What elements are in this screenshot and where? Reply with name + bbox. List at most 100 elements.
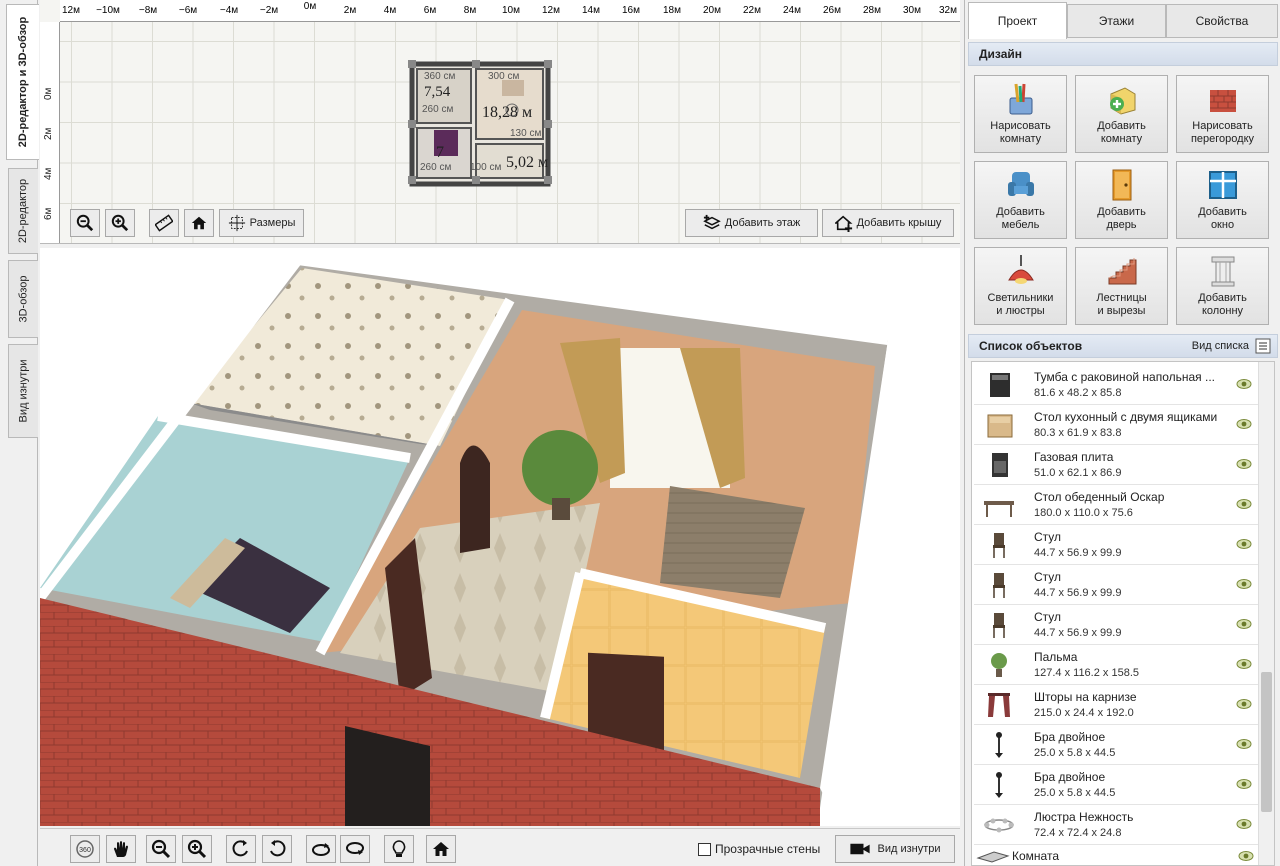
tab-properties[interactable]: Свойства — [1166, 4, 1278, 38]
room-size-label: 260 см — [422, 104, 454, 115]
tab-inside-view[interactable]: Вид изнутри — [8, 344, 38, 438]
transparent-walls-toggle[interactable]: Прозрачные стены — [698, 842, 820, 856]
visibility-eye-icon[interactable] — [1236, 458, 1252, 470]
list-view-toggle[interactable]: Вид списка — [1192, 338, 1271, 354]
draw-wall-button[interactable]: Нарисовать перегородку — [1176, 75, 1269, 153]
visibility-eye-icon[interactable] — [1236, 378, 1252, 390]
rotate-left-button[interactable] — [226, 835, 256, 863]
pan-button[interactable] — [106, 835, 136, 863]
zoom-in-button[interactable] — [105, 209, 135, 237]
object-name: Стул — [1034, 530, 1062, 544]
add-floor-button[interactable]: Добавить этаж — [685, 209, 818, 237]
visibility-eye-icon[interactable] — [1236, 538, 1252, 550]
list-item[interactable]: Тумба с раковиной напольная ... 81.6 x 4… — [974, 365, 1258, 405]
list-item[interactable]: Стол обеденный Оскар 180.0 x 110.0 x 75.… — [974, 485, 1258, 525]
tab-label: Этажи — [1098, 14, 1135, 28]
tab-project[interactable]: Проект — [968, 2, 1067, 39]
bottom-toolbar: 360 Прозрачные стены Вид изнутри — [40, 828, 960, 866]
chair-thumbnail — [993, 533, 1005, 558]
transparent-walls-label: Прозрачные стены — [715, 842, 821, 856]
scrollbar-thumb[interactable] — [1261, 672, 1272, 812]
dimensions-button[interactable]: Размеры — [219, 209, 304, 237]
rotate-360-icon: 360 — [76, 840, 94, 858]
object-list-scrollbar[interactable] — [1258, 362, 1274, 865]
inside-view-button[interactable]: Вид изнутри — [835, 835, 955, 863]
visibility-eye-icon[interactable] — [1236, 418, 1252, 430]
tab-2d-and-3d[interactable]: 2D-редактор и 3D-обзор — [6, 4, 39, 160]
chandelier-thumbnail — [984, 818, 1014, 833]
visibility-eye-icon[interactable] — [1236, 698, 1252, 710]
visibility-eye-icon[interactable] — [1236, 498, 1252, 510]
visibility-eye-icon[interactable] — [1236, 778, 1252, 790]
list-item[interactable]: Стул 44.7 x 56.9 x 99.9 — [974, 605, 1258, 645]
measure-button[interactable] — [149, 209, 179, 237]
room-area-label: 7,54 — [424, 84, 451, 100]
lamps-button[interactable]: Светильники и люстры — [974, 247, 1067, 325]
ruler-label: 22м — [743, 5, 761, 16]
add-roof-button[interactable]: Добавить крышу — [822, 209, 954, 237]
plan-2d-editor[interactable]: 12м −10м −8м −6м −4м −2м 0м 2м 4м 6м 8м … — [40, 0, 960, 244]
add-furniture-button[interactable]: Добавить мебель — [974, 161, 1067, 239]
lighting-button[interactable] — [384, 835, 414, 863]
svg-text:360: 360 — [79, 847, 91, 854]
rotate-360-button[interactable]: 360 — [70, 835, 100, 863]
visibility-eye-icon[interactable] — [1238, 850, 1254, 862]
object-name: Стол обеденный Оскар — [1034, 490, 1165, 504]
column-icon — [1211, 256, 1234, 287]
add-floor-label: Добавить этаж — [724, 217, 801, 229]
ruler-left: 0м 2м 4м 6м 8м — [40, 22, 60, 243]
list-item[interactable]: Бра двойное 25.0 x 5.8 x 44.5 — [974, 765, 1258, 805]
object-dimensions: 44.7 x 56.9 x 99.9 — [1034, 627, 1122, 639]
ruler-label: 12м — [62, 5, 80, 16]
list-item[interactable]: Люстра Нежность 72.4 x 72.4 x 24.8 — [974, 805, 1258, 845]
draw-room-button[interactable]: Нарисовать комнату — [974, 75, 1067, 153]
list-item[interactable]: Комната — [972, 845, 1260, 865]
rotate-right-icon — [270, 840, 286, 857]
door-icon — [1112, 169, 1131, 201]
object-list[interactable]: Тумба с раковиной напольная ... 81.6 x 4… — [971, 361, 1275, 866]
tilt-up-button[interactable] — [306, 835, 336, 863]
tilt-down-button[interactable] — [340, 835, 370, 863]
stairs-button[interactable]: Лестницы и вырезы — [1075, 247, 1168, 325]
add-door-button[interactable]: Добавить дверь — [1075, 161, 1168, 239]
rotate-right-button[interactable] — [262, 835, 292, 863]
add-floor-icon — [702, 214, 721, 230]
list-item[interactable]: Пальма 127.4 x 116.2 x 158.5 — [974, 645, 1258, 685]
tab-2d-editor[interactable]: 2D-редактор — [8, 168, 38, 254]
visibility-eye-icon[interactable] — [1236, 618, 1252, 630]
list-item[interactable]: Стол кухонный с двумя ящиками 80.3 x 61.… — [974, 405, 1258, 445]
tab-label: Проект — [997, 14, 1038, 28]
add-window-label: Добавить окно — [1198, 206, 1247, 231]
visibility-eye-icon[interactable] — [1236, 578, 1252, 590]
zoom-out-3d-button[interactable] — [146, 835, 176, 863]
objects-header: Список объектов Вид списка — [968, 334, 1278, 358]
visibility-eye-icon[interactable] — [1236, 658, 1252, 670]
lamps-label: Светильники и люстры — [987, 292, 1054, 317]
tab-floors[interactable]: Этажи — [1067, 4, 1166, 38]
view-3d[interactable] — [40, 248, 960, 826]
list-item[interactable]: Шторы на карнизе 215.0 x 24.4 x 192.0 — [974, 685, 1258, 725]
zoom-out-button[interactable] — [70, 209, 100, 237]
sconce-thumbnail — [995, 772, 1003, 798]
ruler-label: 30м — [903, 5, 921, 16]
ruler-label: 0м — [303, 1, 317, 12]
add-column-button[interactable]: Добавить колонну — [1176, 247, 1269, 325]
transparent-walls-checkbox[interactable] — [698, 842, 711, 856]
list-item[interactable]: Стул 44.7 x 56.9 x 99.9 — [974, 525, 1258, 565]
room-size-label: 100 см — [470, 162, 502, 173]
lightbulb-icon — [392, 840, 406, 857]
add-window-button[interactable]: Добавить окно — [1176, 161, 1269, 239]
add-room-button[interactable]: Добавить комнату — [1075, 75, 1168, 153]
visibility-eye-icon[interactable] — [1236, 738, 1252, 750]
ruler-label: 12м — [542, 5, 560, 16]
ruler-label: 32м — [939, 5, 957, 16]
list-item[interactable]: Стул 44.7 x 56.9 x 99.9 — [974, 565, 1258, 605]
zoom-in-3d-button[interactable] — [182, 835, 212, 863]
home-button[interactable] — [184, 209, 214, 237]
list-item[interactable]: Газовая плита 51.0 x 62.1 x 86.9 — [974, 445, 1258, 485]
ruler-label: 26м — [823, 5, 841, 16]
visibility-eye-icon[interactable] — [1236, 818, 1252, 830]
tab-3d-view[interactable]: 3D-обзор — [8, 260, 38, 338]
home-3d-button[interactable] — [426, 835, 456, 863]
list-item[interactable]: Бра двойное 25.0 x 5.8 x 44.5 — [974, 725, 1258, 765]
